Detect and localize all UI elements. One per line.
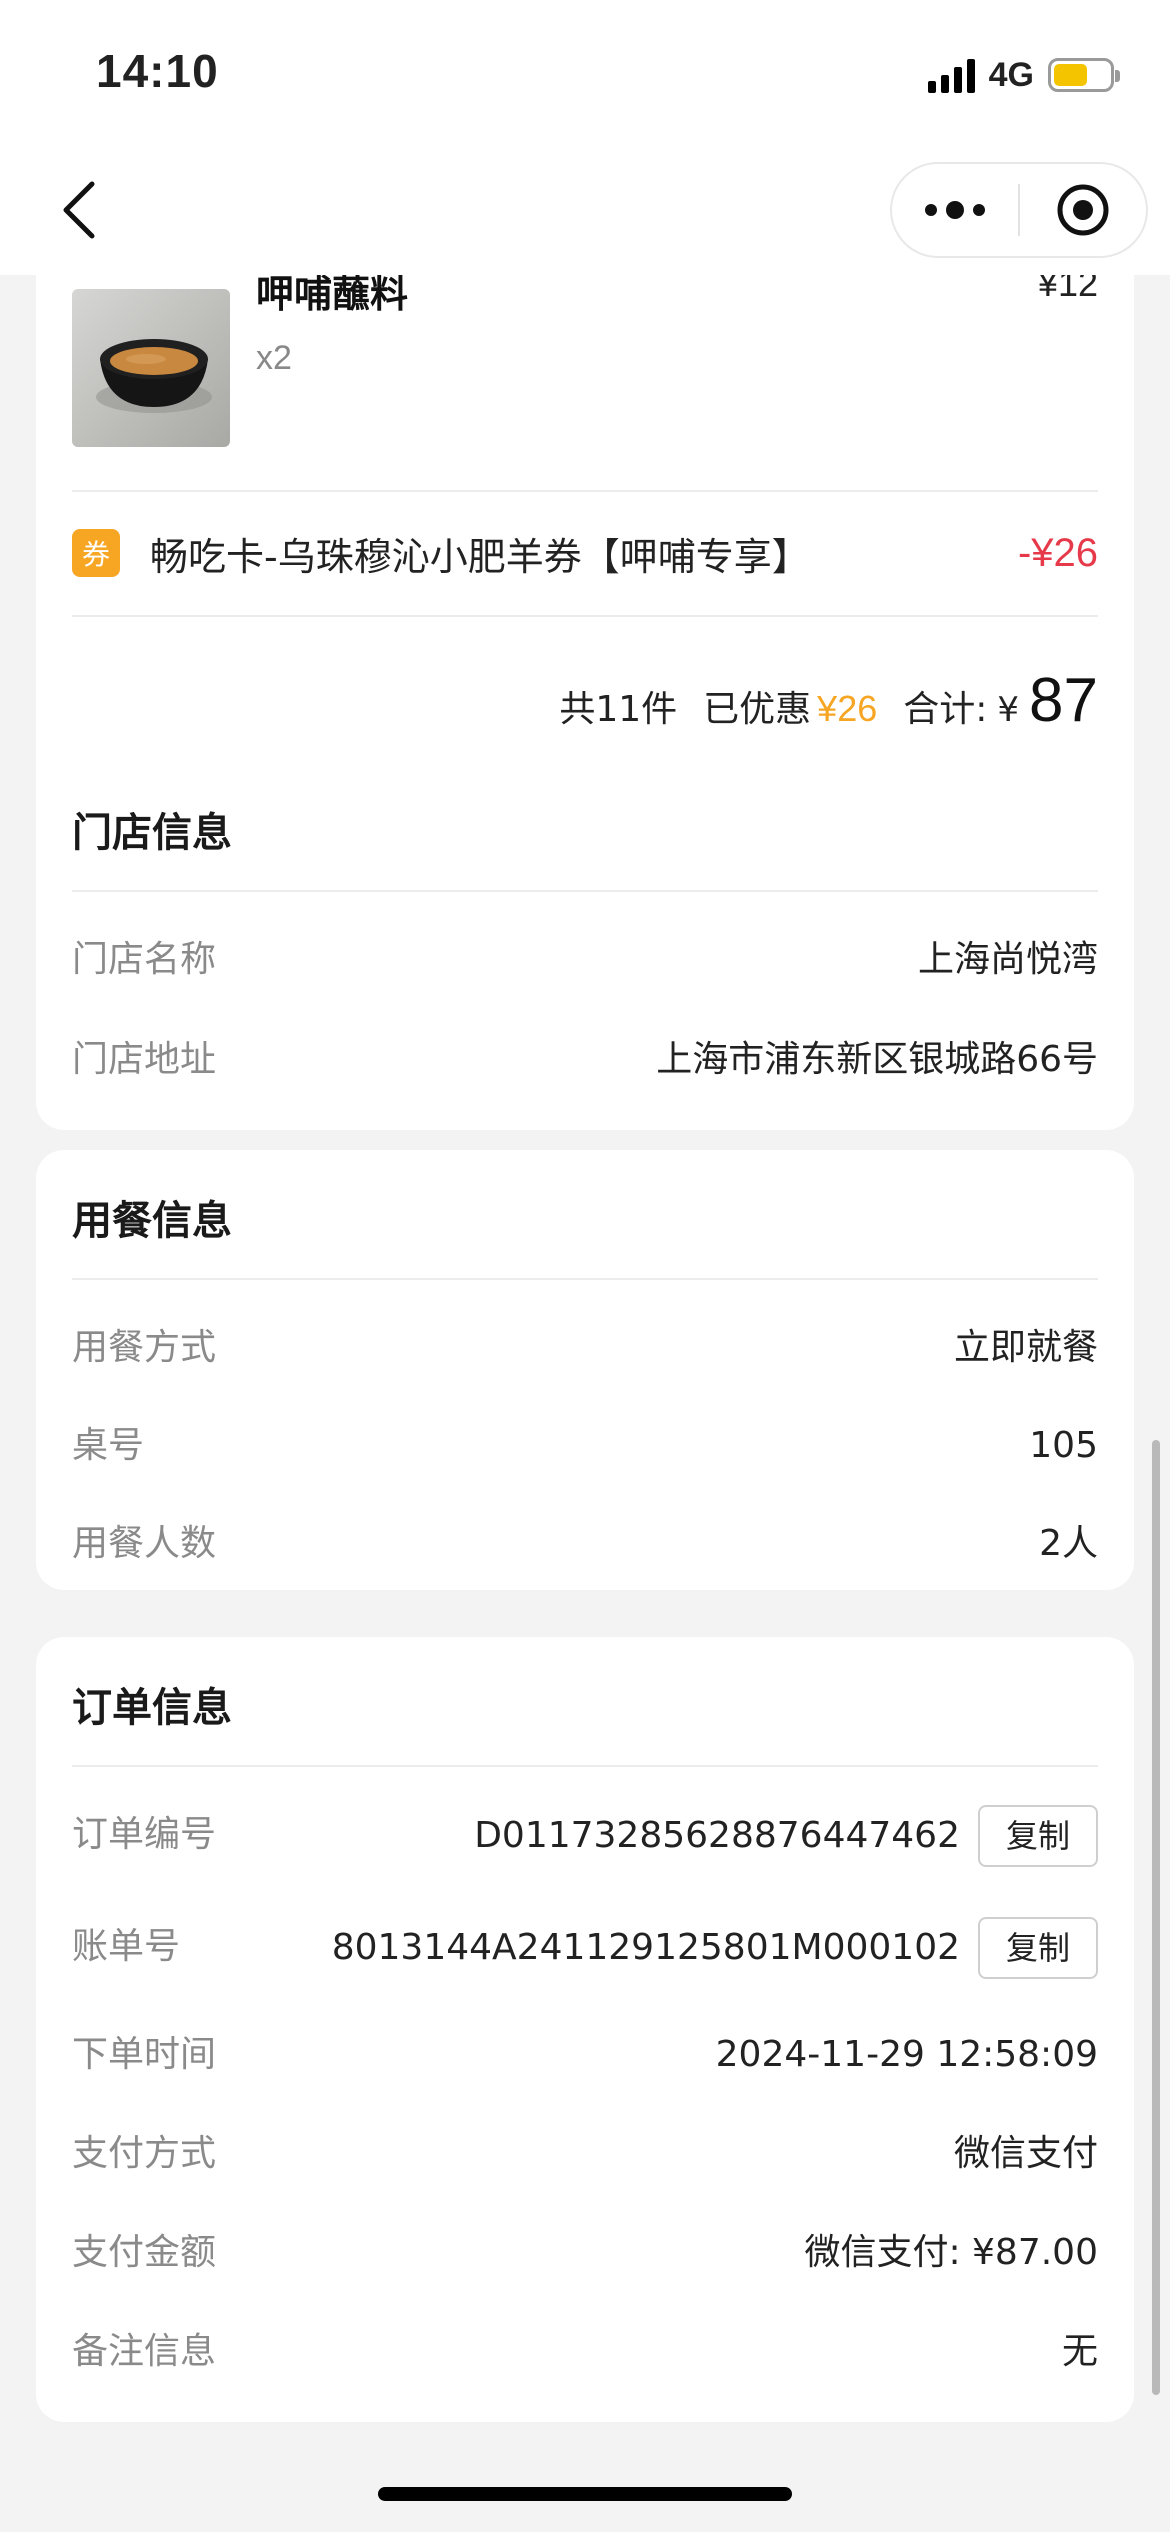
dining-info-title: 用餐信息 xyxy=(72,1198,232,1244)
order-time-value: 2024-11-29 12:58:09 xyxy=(715,2034,1098,2075)
store-address-label: 门店地址 xyxy=(72,1039,217,1080)
coupon-name: 畅吃卡-乌珠穆沁小肥羊券【呷哺专享】 xyxy=(150,534,810,579)
coupon-discount-amount: -¥26 xyxy=(1017,530,1098,575)
remarks-label: 备注信息 xyxy=(72,2331,217,2372)
dish-quantity: x2 xyxy=(256,339,292,377)
divider xyxy=(72,615,1098,617)
order-summary: 共11件 已优惠 ¥26 合计: ¥ 87 xyxy=(559,665,1098,745)
order-info-title: 订单信息 xyxy=(72,1685,232,1731)
divider xyxy=(72,1765,1098,1767)
table-number-label: 桌号 xyxy=(72,1425,145,1466)
order-info-card: 订单信息 订单编号 D01173285628876447462 复制 账单号 8… xyxy=(36,1637,1134,2422)
store-info-title: 门店信息 xyxy=(72,810,232,856)
total-amount: 87 xyxy=(1029,666,1098,735)
diner-count-label: 用餐人数 xyxy=(72,1523,217,1564)
payment-amount-label: 支付金额 xyxy=(72,2232,217,2273)
sauce-bowl-image xyxy=(96,339,212,413)
order-time-row: 下单时间 2024-11-29 12:58:09 xyxy=(72,2025,1098,2085)
coupon-row: 券 畅吃卡-乌珠穆沁小肥羊券【呷哺专享】 -¥26 xyxy=(72,491,1098,615)
payment-method-label: 支付方式 xyxy=(72,2133,217,2174)
remarks-row: 备注信息 无 xyxy=(72,2322,1098,2382)
nav-bar xyxy=(0,150,1170,275)
coupon-tag-icon: 券 xyxy=(72,529,120,577)
diner-count-row: 用餐人数 2人 xyxy=(72,1514,1098,1574)
dining-mode-value: 立即就餐 xyxy=(953,1327,1098,1368)
home-indicator[interactable] xyxy=(378,2487,792,2501)
close-mini-program-button[interactable] xyxy=(1020,164,1146,256)
mini-program-capsule xyxy=(890,162,1148,258)
order-number-row: 订单编号 D01173285628876447462 复制 xyxy=(72,1805,1098,1867)
status-time: 14:10 xyxy=(96,45,219,97)
store-address-value: 上海市浦东新区银城路66号 xyxy=(656,1039,1098,1080)
item-count: 共11件 xyxy=(559,689,678,730)
dining-mode-row: 用餐方式 立即就餐 xyxy=(72,1318,1098,1378)
order-detail-content[interactable]: 呷哺蘸料 x2 ¥12 券 畅吃卡-乌珠穆沁小肥羊券【呷哺专享】 -¥26 共1… xyxy=(0,275,1170,2532)
battery-level xyxy=(1054,64,1088,86)
payment-amount-row: 支付金额 微信支付: ¥87.00 xyxy=(72,2223,1098,2283)
more-button[interactable] xyxy=(892,164,1018,256)
total-label: 合计: xyxy=(903,689,988,730)
divider xyxy=(72,1278,1098,1280)
more-dots-icon xyxy=(925,201,985,219)
dish-image xyxy=(72,289,230,447)
scrollbar[interactable] xyxy=(1152,1440,1160,2395)
table-number-row: 桌号 105 xyxy=(72,1416,1098,1476)
status-bar: 14:10 4G xyxy=(0,0,1170,150)
remarks-value: 无 xyxy=(1061,2331,1098,2372)
battery-icon xyxy=(1048,58,1120,92)
signal-icon xyxy=(927,57,975,93)
dish-price: ¥12 xyxy=(1037,275,1098,304)
dish-name: 呷哺蘸料 xyxy=(256,275,409,316)
order-number-label: 订单编号 xyxy=(72,1814,217,1855)
bill-number-label: 账单号 xyxy=(72,1926,181,1967)
copy-bill-number-button[interactable]: 复制 xyxy=(978,1917,1098,1979)
network-label: 4G xyxy=(988,55,1034,94)
store-address-row: 门店地址 上海市浦东新区银城路66号 xyxy=(72,1030,1098,1090)
discount-value: ¥26 xyxy=(817,688,878,729)
order-number-value: D01173285628876447462 xyxy=(474,1815,960,1856)
dish-item: 呷哺蘸料 x2 ¥12 xyxy=(72,275,1098,447)
store-name-value: 上海尚悦湾 xyxy=(917,939,1098,980)
table-number-value: 105 xyxy=(1029,1425,1098,1466)
dining-info-card: 用餐信息 用餐方式 立即就餐 桌号 105 用餐人数 2人 xyxy=(36,1150,1134,1590)
bill-number-group: 8013144A241129125801M000102 复制 xyxy=(332,1917,1098,1979)
store-name-row: 门店名称 上海尚悦湾 xyxy=(72,930,1098,990)
discount-label: 已优惠 xyxy=(703,689,812,730)
store-name-label: 门店名称 xyxy=(72,939,217,980)
payment-amount-value: 微信支付: ¥87.00 xyxy=(804,2232,1098,2273)
back-button[interactable] xyxy=(40,170,120,250)
chevron-left-icon xyxy=(63,181,95,239)
diner-count-value: 2人 xyxy=(1039,1523,1098,1564)
copy-order-number-button[interactable]: 复制 xyxy=(978,1805,1098,1867)
payment-method-value: 微信支付 xyxy=(953,2133,1098,2174)
status-indicators: 4G xyxy=(927,50,1120,100)
order-time-label: 下单时间 xyxy=(72,2034,217,2075)
order-number-group: D01173285628876447462 复制 xyxy=(474,1805,1098,1867)
total-currency: ¥ xyxy=(997,690,1020,730)
divider xyxy=(72,890,1098,892)
target-close-icon xyxy=(1057,184,1109,236)
payment-method-row: 支付方式 微信支付 xyxy=(72,2124,1098,2184)
bill-number-row: 账单号 8013144A241129125801M000102 复制 xyxy=(72,1917,1098,1979)
store-info-card: 门店信息 门店名称 上海尚悦湾 门店地址 上海市浦东新区银城路66号 xyxy=(36,762,1134,1130)
dining-mode-label: 用餐方式 xyxy=(72,1327,217,1368)
bill-number-value: 8013144A241129125801M000102 xyxy=(331,1927,960,1968)
